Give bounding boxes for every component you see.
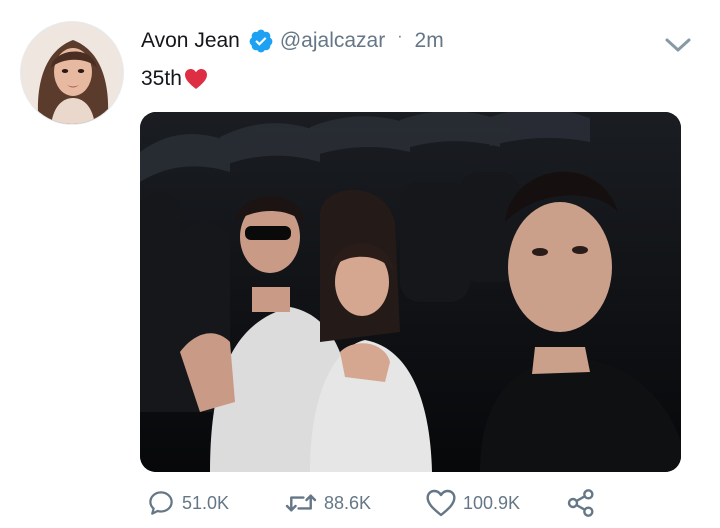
media-image — [140, 112, 681, 472]
tweet-text-content: 35th — [141, 67, 182, 90]
red-heart-emoji — [184, 68, 208, 90]
retweet-count: 88.6K — [324, 492, 372, 513]
share-button[interactable] — [565, 485, 597, 521]
reply-icon — [146, 488, 176, 518]
share-icon — [565, 487, 597, 519]
reply-count: 51.0K — [182, 492, 230, 513]
reply-button[interactable]: 51.0K — [146, 485, 229, 521]
author-avatar[interactable] — [20, 21, 124, 125]
like-button[interactable]: 100.9K — [425, 485, 520, 521]
chevron-down-icon[interactable] — [663, 35, 693, 55]
tweet-text: 35th — [141, 67, 208, 91]
tweet-card[interactable]: Avon Jean @ajalcazar · 2m 35th 51.0K 88.… — [0, 0, 720, 528]
tweet-action-bar: 51.0K 88.6K 100.9K — [140, 485, 620, 521]
like-count: 100.9K — [463, 492, 521, 513]
retweet-button[interactable]: 88.6K — [284, 485, 371, 521]
tweet-media-photo[interactable] — [140, 112, 681, 472]
tweet-header: Avon Jean @ajalcazar · 2m — [141, 26, 444, 56]
separator-dot: · — [397, 28, 403, 45]
author-name[interactable]: Avon Jean — [141, 29, 240, 53]
author-handle[interactable]: @ajalcazar — [280, 29, 385, 53]
tweet-timestamp[interactable]: 2m — [415, 29, 444, 53]
avatar-image — [21, 22, 123, 124]
verified-badge-icon — [248, 28, 274, 54]
heart-outline-icon — [425, 488, 457, 518]
retweet-icon — [284, 488, 318, 518]
